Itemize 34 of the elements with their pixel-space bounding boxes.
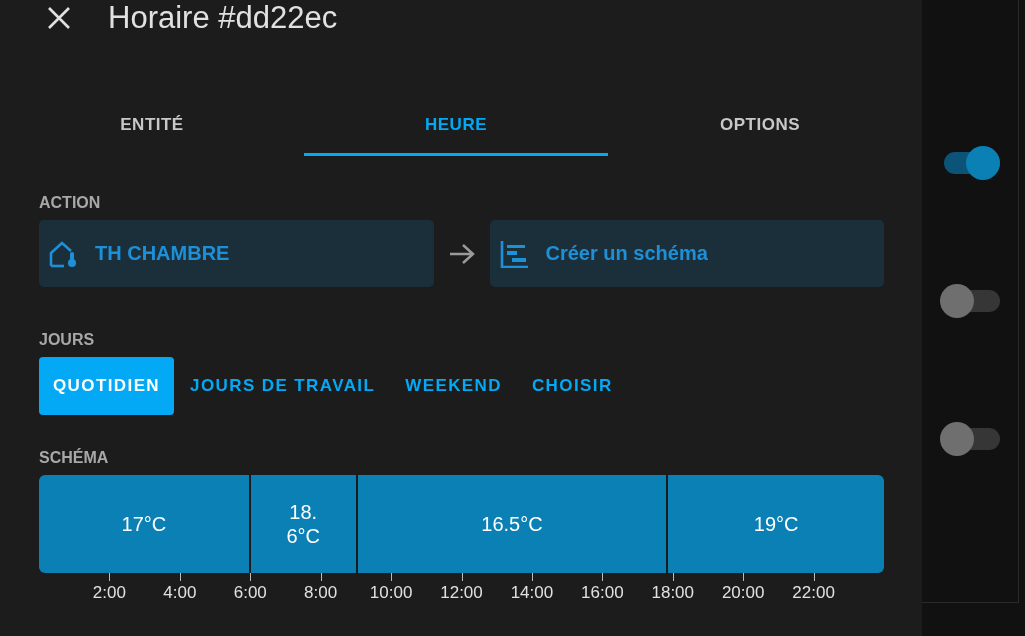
time-tick-label: 6:00 [233, 583, 267, 603]
time-tick-label: 16:00 [581, 583, 624, 603]
service-button[interactable]: Créer un schéma [489, 220, 884, 287]
tab[interactable]: OPTIONS [608, 96, 912, 156]
home-thermometer-icon [49, 239, 79, 268]
timeline-bars-icon [499, 239, 530, 268]
time-tick-label: 18:00 [651, 583, 694, 603]
time-tick-label: 14:00 [510, 583, 554, 603]
toggle-switch[interactable] [940, 283, 1000, 319]
section-label: ACTION [39, 194, 102, 212]
tab[interactable]: HEURE [304, 96, 608, 156]
close-icon [47, 6, 71, 30]
entity-button[interactable]: TH CHAMBRE [39, 220, 434, 287]
section-label: SCHÉMA [39, 449, 110, 467]
time-tick-label: 4:00 [163, 583, 197, 603]
day-option[interactable]: CHOISIR [517, 357, 627, 415]
day-option[interactable]: WEEKEND [391, 357, 516, 415]
time-tick-label: 12:00 [440, 583, 483, 603]
time-tick-label: 2:00 [92, 583, 126, 603]
time-tick-label: 8:00 [304, 583, 338, 603]
schedule-slot[interactable]: 16.5°C [357, 475, 667, 573]
section-label: JOURS [39, 331, 96, 349]
time-tick-label: 20:00 [721, 583, 765, 603]
schedule-slot[interactable]: 19°C [668, 475, 884, 573]
dialog-title: Horaire #dd22ec [108, 0, 338, 36]
toggle-switch[interactable] [940, 421, 1000, 457]
time-tick-label: 10:00 [369, 583, 413, 603]
arrow-right-icon [447, 242, 476, 265]
time-tick-label: 22:00 [792, 583, 835, 603]
day-option[interactable]: QUOTIDIEN [39, 357, 175, 415]
day-option[interactable]: JOURS DE TRAVAIL [176, 357, 390, 415]
schedule-slot[interactable]: 17°C [39, 475, 249, 573]
schedule-slot[interactable]: 18. 6°C [250, 475, 356, 573]
tab[interactable]: ENTITÉ [0, 96, 304, 156]
